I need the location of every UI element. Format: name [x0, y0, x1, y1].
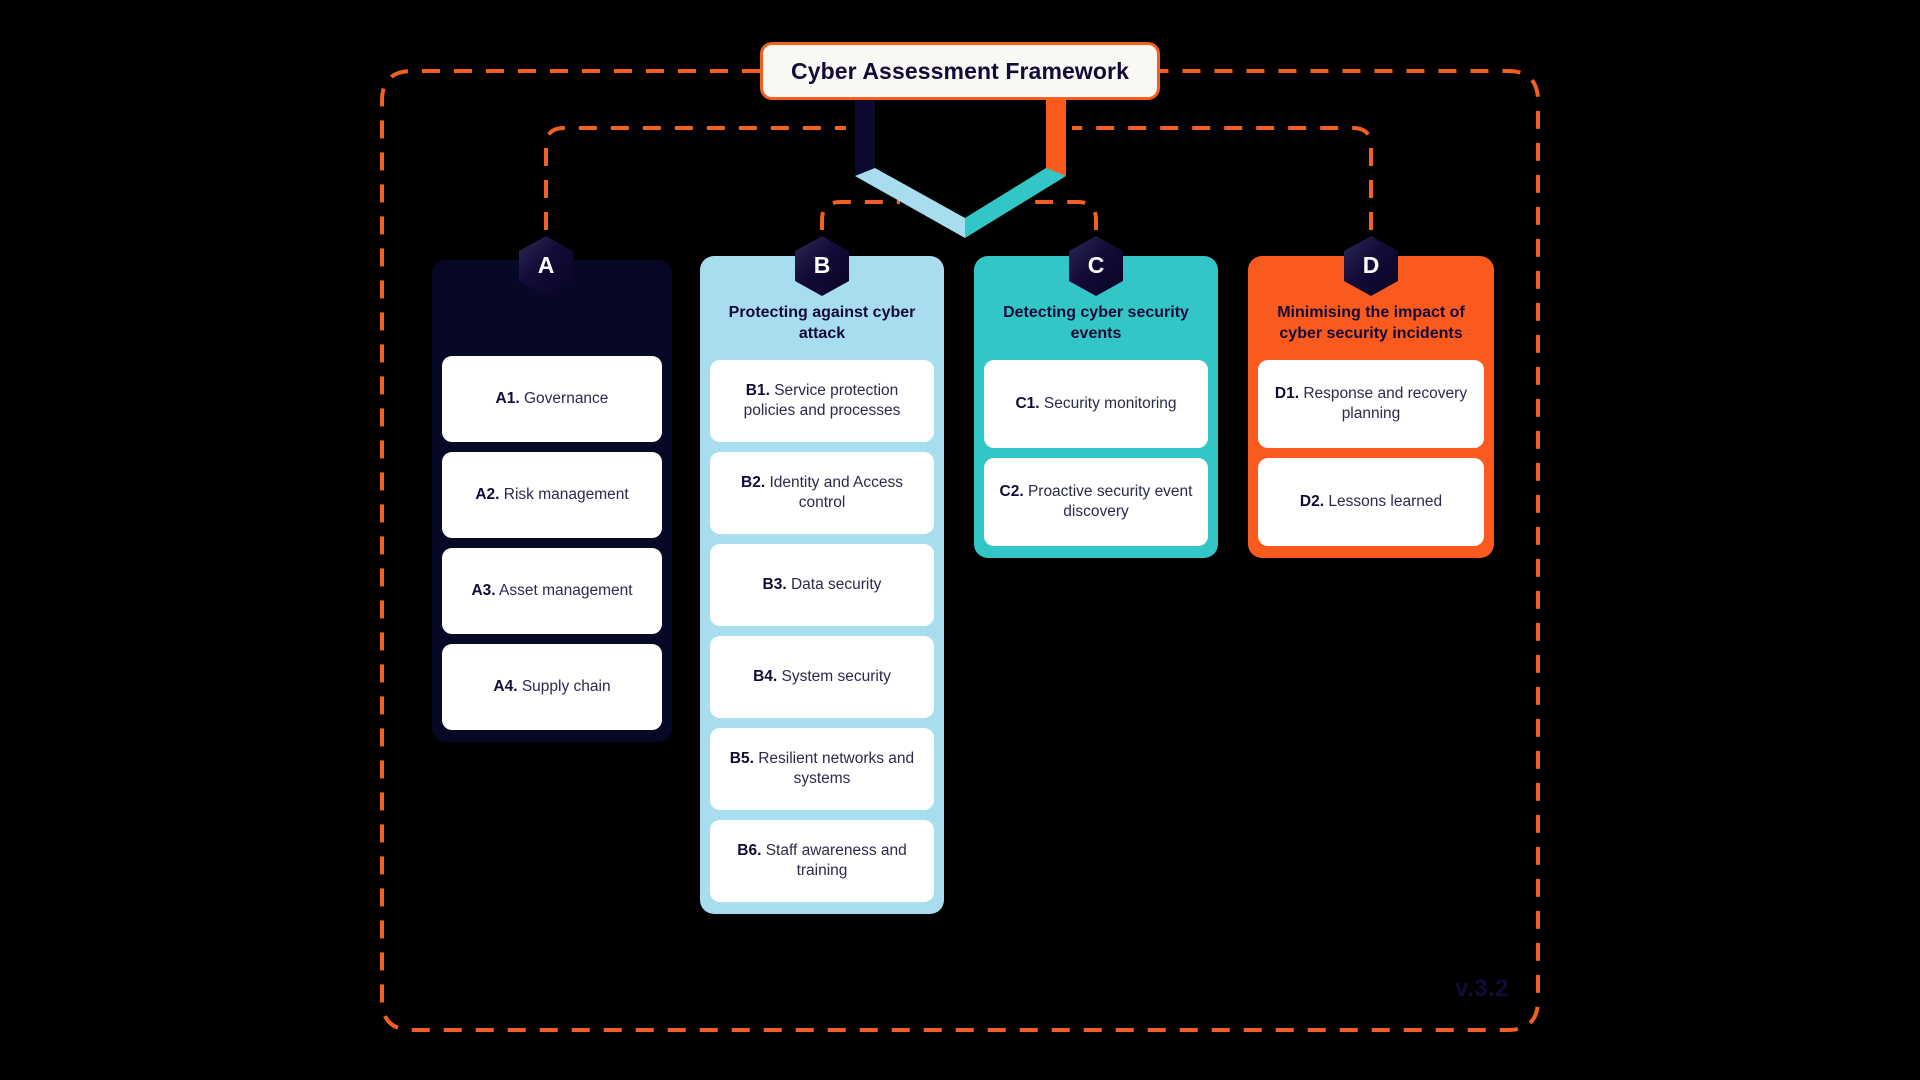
principle-card[interactable]: C2. Proactive security event discovery — [984, 458, 1208, 547]
badge-label-d: D — [1362, 252, 1380, 278]
principle-card[interactable]: B1. Service protection policies and proc… — [710, 360, 934, 443]
principle-label: Identity and Access control — [769, 473, 903, 512]
principle-label: System security — [781, 667, 891, 685]
principle-code: C2. — [999, 482, 1024, 500]
principle-code: A1. — [495, 389, 520, 407]
principle-code: D2. — [1299, 492, 1325, 510]
objective-column-c: Detecting cyber security events C1. Secu… — [974, 256, 1218, 559]
badge-label-b: B — [813, 252, 831, 278]
principle-card[interactable]: D1. Response and recovery planning — [1258, 360, 1484, 449]
principle-code: B5. — [729, 749, 754, 767]
principle-card[interactable]: A4. Supply chain — [442, 644, 662, 730]
principle-code: B2. — [741, 473, 766, 491]
principle-card[interactable]: B5. Resilient networks and systems — [710, 728, 934, 811]
principle-card[interactable]: A3. Asset management — [442, 548, 662, 634]
principle-card[interactable]: B6. Staff awareness and training — [710, 820, 934, 903]
ribbon-left-stem — [855, 98, 875, 176]
principle-card[interactable]: B4. System security — [710, 636, 934, 719]
principle-code: B1. — [745, 381, 770, 399]
principle-code: A3. — [471, 581, 496, 599]
ribbon-right-stem — [1046, 98, 1066, 176]
principle-label: Security monitoring — [1043, 394, 1177, 412]
principle-card[interactable]: D2. Lessons learned — [1258, 458, 1484, 547]
principle-card[interactable]: B2. Identity and Access control — [710, 452, 934, 535]
principle-code: C1. — [1015, 394, 1040, 412]
centre-ribbon — [855, 98, 1066, 238]
principle-label: Proactive security event discovery — [1027, 482, 1193, 521]
principle-code: B3. — [762, 575, 787, 593]
diagram-canvas: Cyber Assessment Framework A B C D A1. G… — [0, 0, 1920, 1080]
principle-label: Data security — [790, 575, 882, 593]
principle-label: Response and recovery planning — [1303, 384, 1468, 423]
principle-code: A4. — [493, 677, 518, 695]
badge-hexagon-a: A — [519, 236, 573, 296]
principle-label: Lessons learned — [1328, 492, 1443, 510]
ribbon-right-chevron — [965, 168, 1066, 238]
badge-hexagon-d: D — [1344, 236, 1398, 296]
principle-label: Risk management — [503, 485, 629, 503]
principle-label: Staff awareness and training — [765, 841, 907, 880]
page-title: Cyber Assessment Framework — [760, 42, 1160, 100]
principle-card[interactable]: A1. Governance — [442, 356, 662, 442]
principle-code: D1. — [1274, 384, 1300, 402]
principle-label: Supply chain — [521, 677, 611, 695]
badge-label-c: C — [1087, 252, 1105, 278]
objective-column-d: Minimising the impact of cyber security … — [1248, 256, 1494, 559]
principle-card[interactable]: A2. Risk management — [442, 452, 662, 538]
ribbon-left-chevron — [855, 168, 965, 238]
badge-hexagon-b: B — [795, 236, 849, 296]
badge-hexagon-c: C — [1069, 236, 1123, 296]
version-label: v.3.2 — [1455, 975, 1510, 1002]
principle-label: Governance — [523, 389, 609, 407]
principle-code: A2. — [475, 485, 500, 503]
page-title-text: Cyber Assessment Framework — [791, 57, 1129, 84]
badge-label-a: A — [537, 252, 555, 278]
principle-label: Resilient networks and systems — [758, 749, 915, 788]
principle-card[interactable]: B3. Data security — [710, 544, 934, 627]
principle-code: B6. — [737, 841, 762, 859]
objective-column-b: Protecting against cyber attack B1. Serv… — [700, 256, 944, 915]
principle-label: Asset management — [499, 581, 633, 599]
objective-column-a: Managing security risk A1. Governance A2… — [432, 260, 672, 742]
principle-card[interactable]: C1. Security monitoring — [984, 360, 1208, 449]
principle-code: B4. — [753, 667, 778, 685]
